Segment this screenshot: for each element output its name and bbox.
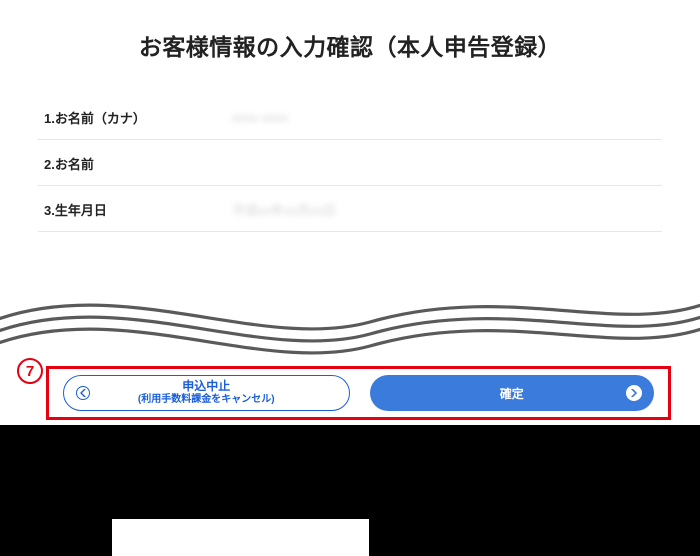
chevron-left-icon	[76, 386, 90, 400]
confirm-label: 確定	[500, 385, 524, 402]
truncation-wave	[0, 282, 700, 360]
action-bar-highlight: 申込中止 (利用手数料課金をキャンセル) 確定	[46, 366, 671, 420]
blackout-notch	[112, 519, 369, 556]
row-birthdate: 3.生年月日 平成xx年xx月xx日	[38, 186, 662, 232]
cancel-sublabel: (利用手数料課金をキャンセル)	[138, 394, 275, 406]
row-name-kana: 1.お名前（カナ） xxxx xxxx	[38, 94, 662, 140]
cancel-label: 申込中止	[182, 380, 230, 394]
cancel-button[interactable]: 申込中止 (利用手数料課金をキャンセル)	[63, 375, 350, 411]
value-birthdate: 平成xx年xx月xx日	[232, 200, 336, 219]
label-name: 2.お名前	[44, 154, 232, 173]
value-name-kana: xxxx xxxx	[232, 110, 288, 125]
blackout-area	[0, 425, 700, 556]
page-title: お客様情報の入力確認（本人申告登録）	[38, 0, 662, 94]
content-area: お客様情報の入力確認（本人申告登録） 1.お名前（カナ） xxxx xxxx 2…	[0, 0, 700, 232]
label-birthdate: 3.生年月日	[44, 200, 232, 219]
confirm-button[interactable]: 確定	[370, 375, 655, 411]
chevron-right-icon	[626, 385, 642, 401]
row-name: 2.お名前	[38, 140, 662, 186]
label-name-kana: 1.お名前（カナ）	[44, 108, 232, 127]
step-marker: 7	[17, 358, 43, 384]
step-number: 7	[26, 363, 34, 380]
confirmation-page: お客様情報の入力確認（本人申告登録） 1.お名前（カナ） xxxx xxxx 2…	[0, 0, 700, 556]
